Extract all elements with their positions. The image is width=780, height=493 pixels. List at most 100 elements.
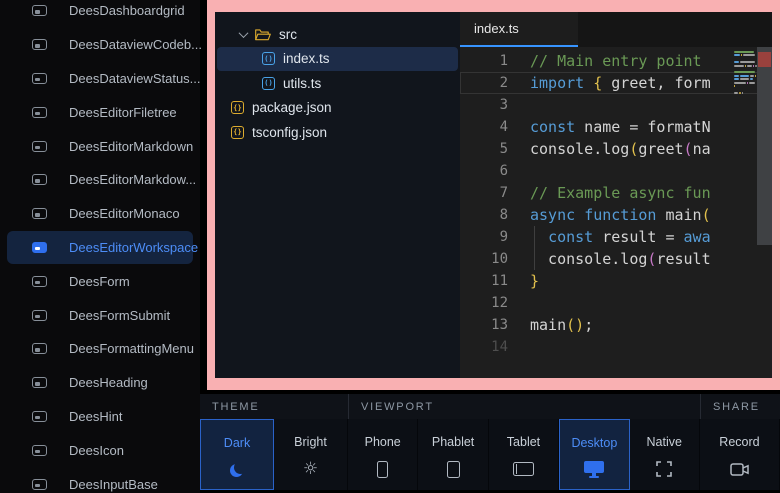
native-button[interactable]: Native [630, 419, 700, 490]
sidebar-item-deeseditorworkspace[interactable]: DeesEditorWorkspace [7, 231, 193, 265]
ts-file-icon: () [262, 77, 275, 90]
code-line: 1// Main entry point [460, 50, 772, 72]
toolbar-button-label: Bright [294, 435, 327, 449]
widget-icon [32, 174, 47, 185]
component-list: DeesDashboardgridDeesDataviewCodeb...Dee… [0, 0, 200, 493]
sidebar-item-deeseditormarkdown[interactable]: DeesEditorMarkdown [7, 129, 193, 163]
tree-item-label: tsconfig.json [252, 125, 327, 140]
scrollbar-thumb[interactable] [757, 47, 772, 245]
tree-item-tsconfig-json[interactable]: {}tsconfig.json [217, 120, 458, 145]
sidebar-item-deeseditormonaco[interactable]: DeesEditorMonaco [7, 197, 193, 231]
bottom-toolbar: THEMEVIEWPORTSHARE DarkBright☼PhonePhabl… [200, 394, 780, 490]
minimap[interactable] [734, 47, 757, 378]
section-title-label: THEME [212, 401, 260, 413]
desktop-button[interactable]: Desktop [559, 419, 629, 490]
tab-index-ts[interactable]: index.ts [460, 12, 578, 47]
toolbar-button-label: Phone [365, 435, 401, 449]
code-line-content: console.log(greet(na [530, 138, 726, 160]
line-number: 14 [460, 336, 508, 358]
sidebar-item-deesformsubmit[interactable]: DeesFormSubmit [7, 298, 193, 332]
tree-item-package-json[interactable]: {}package.json [217, 96, 458, 121]
sidebar-item-deesicon[interactable]: DeesIcon [7, 433, 193, 467]
scrollbar-marker [758, 52, 771, 67]
phablet-button[interactable]: Phablet [418, 419, 488, 490]
toolbar-button-label: Native [647, 435, 682, 449]
line-number: 5 [460, 138, 508, 160]
toolbar-button-label: Dark [224, 436, 250, 450]
sidebar-item-label: DeesHint [69, 409, 122, 424]
widget-icon [32, 73, 47, 84]
record-button[interactable]: Record [700, 419, 780, 490]
code-line: 11} [460, 270, 772, 292]
toolbar-button-label: Desktop [571, 436, 617, 450]
sidebar-item-label: DeesEditorFiletree [69, 105, 177, 120]
sidebar-item-deesheading[interactable]: DeesHeading [7, 366, 193, 400]
widget-icon [32, 107, 47, 118]
phablet-icon [447, 458, 460, 480]
sidebar-item-deesinputbase[interactable]: DeesInputBase [7, 467, 193, 493]
sidebar-item-deeseditorfiletree[interactable]: DeesEditorFiletree [7, 95, 193, 129]
code-line: 9 const result = awa [460, 226, 772, 248]
sidebar-item-label: DeesEditorWorkspace [69, 240, 198, 255]
scrollbar[interactable] [757, 47, 772, 378]
sun-icon: ☼ [303, 458, 318, 480]
dark-button[interactable]: Dark [200, 419, 274, 490]
line-number: 12 [460, 292, 508, 314]
code-line: 12 [460, 292, 772, 314]
sidebar-item-deesform[interactable]: DeesForm [7, 264, 193, 298]
desktop-icon [584, 459, 604, 481]
line-number: 11 [460, 270, 508, 292]
code-line-content: async function main( [530, 204, 726, 226]
widget-icon [32, 39, 47, 50]
phone-icon [377, 458, 388, 480]
minimap-line [734, 75, 757, 77]
minimap-line [734, 85, 757, 87]
sidebar-item-deesdataviewstatus-[interactable]: DeesDataviewStatus... [7, 62, 193, 96]
toolbar-buttons: Dark Bright ☼ Phone Phablet Tablet Desktop Nati… [200, 419, 780, 490]
code-line: 10 console.log(result [460, 248, 772, 270]
tablet-button[interactable]: Tablet [489, 419, 559, 490]
minimap-line [734, 78, 757, 80]
code-line: 2import { greet, form [460, 72, 772, 94]
tab-label: index.ts [474, 21, 519, 36]
widget-icon [32, 479, 47, 490]
code-line: 7// Example async fun [460, 182, 772, 204]
code-line-content: const result = awa [530, 226, 726, 248]
sidebar-item-deeshint[interactable]: DeesHint [7, 400, 193, 434]
toolbar-button-label: Phablet [432, 435, 474, 449]
sidebar-item-label: DeesDashboardgrid [69, 3, 185, 18]
minimap-line [734, 61, 757, 63]
tree-item-utils-ts[interactable]: ()utils.ts [217, 71, 458, 96]
sidebar-item-label: DeesFormSubmit [69, 308, 170, 323]
line-number: 10 [460, 248, 508, 270]
tree-item-src[interactable]: src [217, 22, 458, 47]
sidebar-item-deesdataviewcodeb-[interactable]: DeesDataviewCodeb... [7, 28, 193, 62]
tree-item-index-ts[interactable]: ()index.ts [217, 47, 458, 72]
sidebar-item-label: DeesForm [69, 274, 130, 289]
code-line: 4const name = formatN [460, 116, 772, 138]
line-number: 1 [460, 50, 508, 72]
code-editor[interactable]: 1// Main entry point2import { greet, for… [460, 47, 772, 378]
bright-button[interactable]: Bright ☼ [274, 419, 348, 490]
sidebar-item-deeseditormarkdow-[interactable]: DeesEditorMarkdow... [7, 163, 193, 197]
editor-tab-bar: index.ts [460, 12, 772, 47]
app-window: DeesDashboardgridDeesDataviewCodeb...Dee… [0, 0, 780, 493]
widget-icon [32, 343, 47, 354]
line-number: 7 [460, 182, 508, 204]
code-line: 6 [460, 160, 772, 182]
phone-button[interactable]: Phone [348, 419, 418, 490]
widget-icon [32, 377, 47, 388]
code-line-content: const name = formatN [530, 116, 726, 138]
minimap-line [734, 54, 757, 56]
code-line: 3 [460, 94, 772, 116]
moon-icon [231, 459, 244, 481]
line-number: 8 [460, 204, 508, 226]
widget-icon [32, 276, 47, 287]
sidebar-item-label: DeesDataviewCodeb... [69, 37, 202, 52]
widget-icon [32, 5, 47, 16]
minimap-line [734, 88, 757, 90]
sidebar-item-deesformattingmenu[interactable]: DeesFormattingMenu [7, 332, 193, 366]
sidebar-item-deesdashboardgrid[interactable]: DeesDashboardgrid [7, 0, 193, 28]
widget-icon [32, 310, 47, 321]
code-line-content: } [530, 270, 726, 292]
